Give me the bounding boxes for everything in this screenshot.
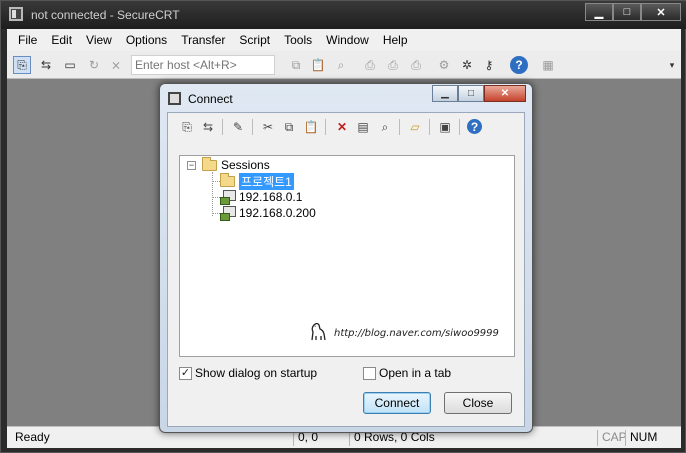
main-toolbar: ⎘ ⇆ ▭ ↻ ⨯ ⧉ 📋 ⌕ ⎙ ⎙ ⎙ ⚙ ✲ ⚷ ? ▦ ▾: [7, 51, 681, 79]
tree-node-sessions[interactable]: Sessions: [202, 156, 270, 173]
new-folder-icon[interactable]: ▱: [406, 118, 424, 136]
connect-dialog: Connect ▁ □ ✕ ⎘ ⇆ ✎ ✂ ⧉ 📋 ✕ ▤ ⌕ ▱ ▣ ? − …: [159, 83, 533, 433]
dialog-minimize-button[interactable]: ▁: [432, 85, 458, 102]
menu-script[interactable]: Script: [232, 33, 277, 47]
folder-icon: [202, 156, 217, 171]
new-folder-session-icon[interactable]: ✎: [229, 118, 247, 136]
menu-view[interactable]: View: [79, 33, 119, 47]
global-options-icon[interactable]: ✲: [458, 56, 476, 74]
window-caption-buttons: ▁ □ ✕: [585, 3, 681, 21]
menu-file[interactable]: File: [11, 33, 44, 47]
open-in-tab-row[interactable]: Open in a tab: [363, 366, 451, 380]
maximize-button[interactable]: □: [613, 3, 641, 21]
status-caps-lock: CAP: [597, 430, 627, 446]
copy-icon[interactable]: ⧉: [287, 56, 305, 74]
blog-watermark: http://blog.naver.com/siwoo9999: [334, 328, 499, 339]
find-icon[interactable]: ⌕: [376, 118, 394, 136]
window-title: not connected - SecureCRT: [31, 8, 180, 22]
tree-node-project-folder[interactable]: 프로젝트1: [220, 172, 294, 190]
status-num-lock: NUM: [625, 430, 665, 446]
dialog-maximize-button[interactable]: □: [458, 85, 484, 102]
toolbar-separator: [429, 119, 430, 135]
tree-node-label: Sessions: [221, 158, 270, 172]
toolbar-separator: [459, 119, 460, 135]
session-tree[interactable]: − Sessions 프로젝트1 192.168.0.1 192.168.0.2…: [179, 155, 515, 357]
menu-transfer[interactable]: Transfer: [174, 33, 232, 47]
tree-node-label: 192.168.0.1: [239, 190, 303, 204]
host-input[interactable]: [131, 55, 275, 75]
connect-in-tab-icon[interactable]: ▭: [61, 56, 79, 74]
tree-connector: [212, 181, 220, 182]
print-screen-icon[interactable]: ⎙: [407, 56, 425, 74]
session-icon: [220, 190, 236, 205]
menu-window[interactable]: Window: [319, 33, 376, 47]
dialog-title-bar[interactable]: Connect ▁ □ ✕: [160, 84, 532, 112]
find-icon[interactable]: ⌕: [332, 56, 350, 74]
dialog-toolbar: ⎘ ⇆ ✎ ✂ ⧉ 📋 ✕ ▤ ⌕ ▱ ▣ ?: [168, 115, 524, 139]
quick-connect-icon[interactable]: ⇆: [37, 56, 55, 74]
show-dialog-on-startup-checkbox[interactable]: ✓: [179, 366, 192, 380]
menu-options[interactable]: Options: [119, 33, 174, 47]
securecrt-app-icon[interactable]: [9, 7, 23, 21]
title-bar[interactable]: not connected - SecureCRT ▁ □ ✕: [1, 1, 686, 29]
help-icon[interactable]: ?: [510, 56, 528, 74]
menu-bar: File Edit View Options Transfer Script T…: [7, 29, 681, 51]
show-dialog-on-startup-row[interactable]: ✓ Show dialog on startup: [179, 366, 317, 380]
minimize-button[interactable]: ▁: [585, 3, 613, 21]
quick-connect-icon[interactable]: ⇆: [199, 118, 217, 136]
dinosaur-doodle-icon: [311, 322, 326, 341]
status-ready: Ready: [15, 430, 50, 444]
menu-edit[interactable]: Edit: [44, 33, 79, 47]
session-icon: [220, 206, 236, 221]
dialog-body: ⎘ ⇆ ✎ ✂ ⧉ 📋 ✕ ▤ ⌕ ▱ ▣ ? − Sessions 프로젝트1…: [167, 112, 525, 427]
folder-icon: [220, 172, 235, 187]
create-shortcut-icon[interactable]: ▣: [436, 118, 454, 136]
menu-tools[interactable]: Tools: [277, 33, 319, 47]
session-options-icon[interactable]: ⚙: [435, 56, 453, 74]
tree-node-label: 192.168.0.200: [239, 206, 316, 220]
toolbar-separator: [222, 119, 223, 135]
tree-connector: [212, 172, 213, 216]
dialog-caption-buttons: ▁ □ ✕: [432, 85, 526, 102]
dialog-title: Connect: [188, 92, 233, 106]
menu-help[interactable]: Help: [376, 33, 415, 47]
dialog-close-button[interactable]: ✕: [484, 85, 526, 102]
toolbar-separator: [325, 119, 326, 135]
connect-button[interactable]: Connect: [363, 392, 431, 414]
tree-node-session[interactable]: 192.168.0.1: [220, 189, 302, 205]
reconnect-icon[interactable]: ↻: [85, 56, 103, 74]
connect-icon[interactable]: ⎘: [13, 56, 31, 74]
open-in-tab-label: Open in a tab: [379, 366, 452, 380]
print-selection-icon[interactable]: ⎙: [384, 56, 402, 74]
dialog-app-icon: [168, 92, 181, 105]
tree-node-session[interactable]: 192.168.0.200: [220, 205, 316, 221]
sftp-icon[interactable]: ▦: [539, 56, 557, 74]
print-icon[interactable]: ⎙: [361, 56, 379, 74]
copy-icon[interactable]: ⧉: [280, 118, 298, 136]
show-dialog-on-startup-label: Show dialog on startup: [195, 366, 318, 380]
cut-icon[interactable]: ✂: [259, 118, 277, 136]
paste-icon[interactable]: 📋: [302, 118, 320, 136]
toolbar-overflow-icon[interactable]: ▾: [663, 56, 681, 74]
securecrt-window: not connected - SecureCRT ▁ □ ✕ File Edi…: [0, 0, 686, 453]
disconnect-icon[interactable]: ⨯: [107, 56, 125, 74]
close-button[interactable]: ✕: [641, 3, 681, 21]
tree-connector: [212, 197, 220, 198]
connect-icon[interactable]: ⎘: [178, 118, 196, 136]
properties-icon[interactable]: ▤: [354, 118, 372, 136]
paste-icon[interactable]: 📋: [309, 56, 327, 74]
close-dialog-button[interactable]: Close: [444, 392, 512, 414]
delete-icon[interactable]: ✕: [333, 118, 351, 136]
keymap-icon[interactable]: ⚷: [480, 56, 498, 74]
tree-node-label: 프로젝트1: [239, 172, 294, 190]
toolbar-separator: [399, 119, 400, 135]
toolbar-separator: [252, 119, 253, 135]
tree-connector: [212, 213, 220, 214]
collapse-toggle[interactable]: −: [187, 161, 196, 170]
help-icon[interactable]: ?: [467, 119, 482, 134]
open-in-tab-checkbox[interactable]: [363, 366, 376, 380]
